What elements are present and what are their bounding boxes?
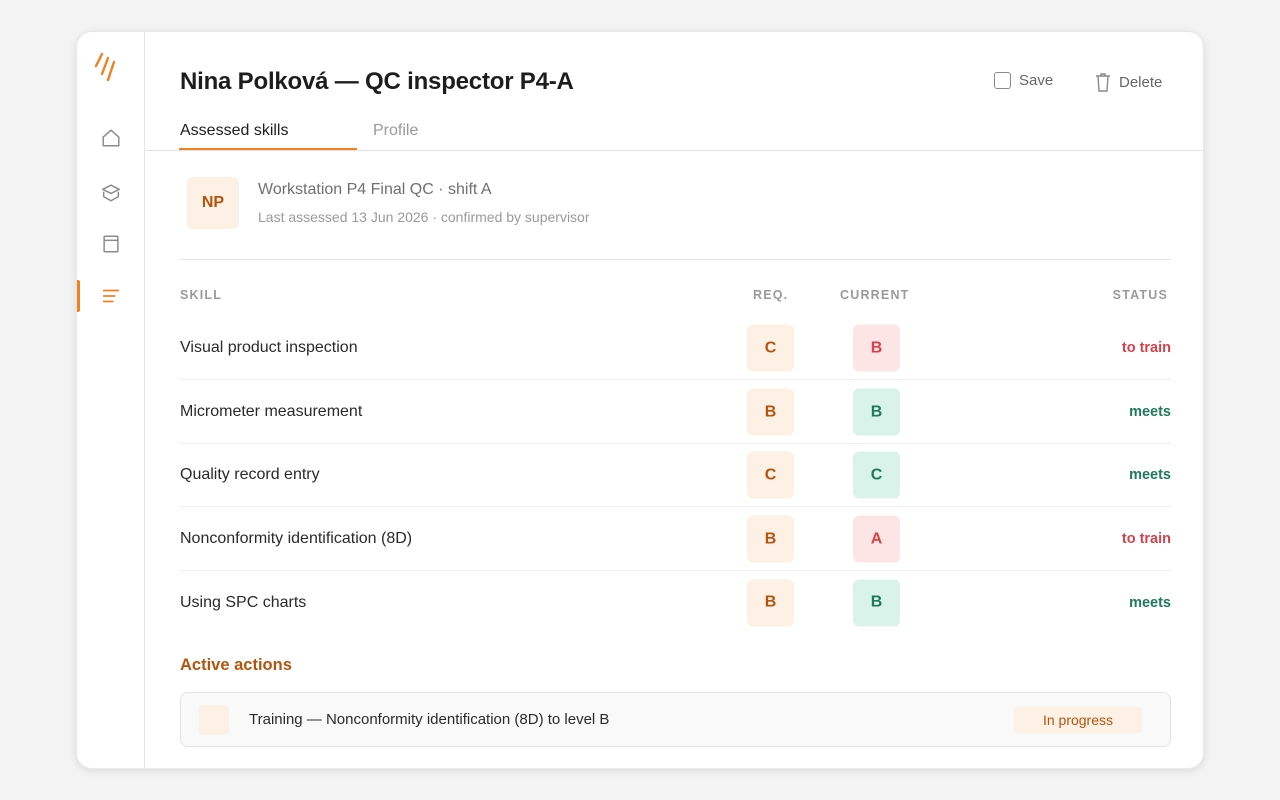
active-tab-indicator	[179, 148, 357, 150]
workstation-title: Workstation P4 Final QC · shift A	[258, 181, 492, 198]
table-row[interactable]: Using SPC charts B B meets	[180, 571, 1171, 634]
logo-icon	[94, 52, 116, 82]
divider	[180, 259, 1171, 260]
skill-name: Quality record entry	[180, 466, 320, 483]
app-window: Nina Polková — QC inspector P4-A Save De…	[76, 31, 1204, 769]
action-color-swatch	[199, 705, 229, 735]
sidebar-item-panel[interactable]	[77, 228, 145, 260]
list-icon	[102, 289, 120, 303]
skill-name: Using SPC charts	[180, 593, 307, 611]
status-label: to train	[1121, 340, 1171, 356]
sidebar-item-list[interactable]	[77, 280, 145, 312]
skill-name: Micrometer measurement	[180, 403, 363, 420]
skill-name: Visual product inspection	[180, 339, 358, 356]
tab-bar: Assessed skills Profile	[145, 118, 1203, 151]
table-row[interactable]: Nonconformity identification (8D) B A to…	[180, 508, 1171, 571]
layers-icon	[102, 184, 120, 202]
active-actions-heading: Active actions	[180, 656, 292, 674]
current-level-badge: C	[853, 451, 900, 499]
sidebar	[77, 32, 145, 768]
column-header-current: CURRENT	[840, 288, 910, 302]
current-level-badge: A	[853, 515, 900, 563]
status-label: meets	[1129, 467, 1171, 483]
required-level-badge: C	[747, 451, 794, 499]
action-text: Training — Nonconformity identification …	[249, 711, 610, 728]
status-badge: In progress	[1014, 707, 1142, 733]
last-assessed-text: Last assessed 13 Jun 2026 · confirmed by…	[258, 209, 590, 225]
panel-icon	[103, 235, 119, 253]
current-level-badge: B	[853, 324, 900, 372]
status-label: meets	[1129, 404, 1171, 420]
home-icon	[102, 129, 120, 147]
column-header-skill: SKILL	[180, 288, 223, 302]
current-level-badge: B	[853, 388, 900, 436]
current-level-badge: B	[853, 579, 900, 626]
column-header-req: REQ.	[753, 288, 789, 302]
required-level-badge: B	[747, 388, 794, 436]
avatar: NP	[187, 177, 239, 229]
table-row[interactable]: Quality record entry C C meets	[180, 444, 1171, 507]
checkbox-icon	[994, 72, 1011, 89]
delete-label: Delete	[1119, 73, 1163, 91]
main-content: Nina Polková — QC inspector P4-A Save De…	[145, 32, 1203, 768]
required-level-badge: C	[747, 324, 794, 372]
sidebar-item-home[interactable]	[77, 122, 145, 154]
required-level-badge: B	[747, 515, 794, 563]
delete-button[interactable]: Delete	[1095, 72, 1162, 92]
table-row[interactable]: Micrometer measurement B B meets	[180, 381, 1171, 444]
tab-assessed-skills[interactable]: Assessed skills	[180, 122, 288, 140]
sidebar-item-layers[interactable]	[77, 177, 145, 209]
required-level-badge: B	[747, 579, 794, 626]
table-row[interactable]: Visual product inspection C B to train	[180, 317, 1171, 380]
page-title: Nina Polková — QC inspector P4-A	[180, 68, 574, 95]
save-label: Save	[1019, 72, 1054, 89]
save-button[interactable]: Save	[994, 72, 1053, 89]
column-header-status: STATUS	[1112, 288, 1168, 302]
action-card[interactable]: Training — Nonconformity identification …	[180, 692, 1171, 747]
status-label: meets	[1129, 594, 1171, 611]
tab-profile[interactable]: Profile	[373, 122, 418, 140]
status-label: to train	[1121, 531, 1171, 547]
skill-name: Nonconformity identification (8D)	[180, 530, 413, 547]
trash-icon	[1096, 73, 1110, 92]
